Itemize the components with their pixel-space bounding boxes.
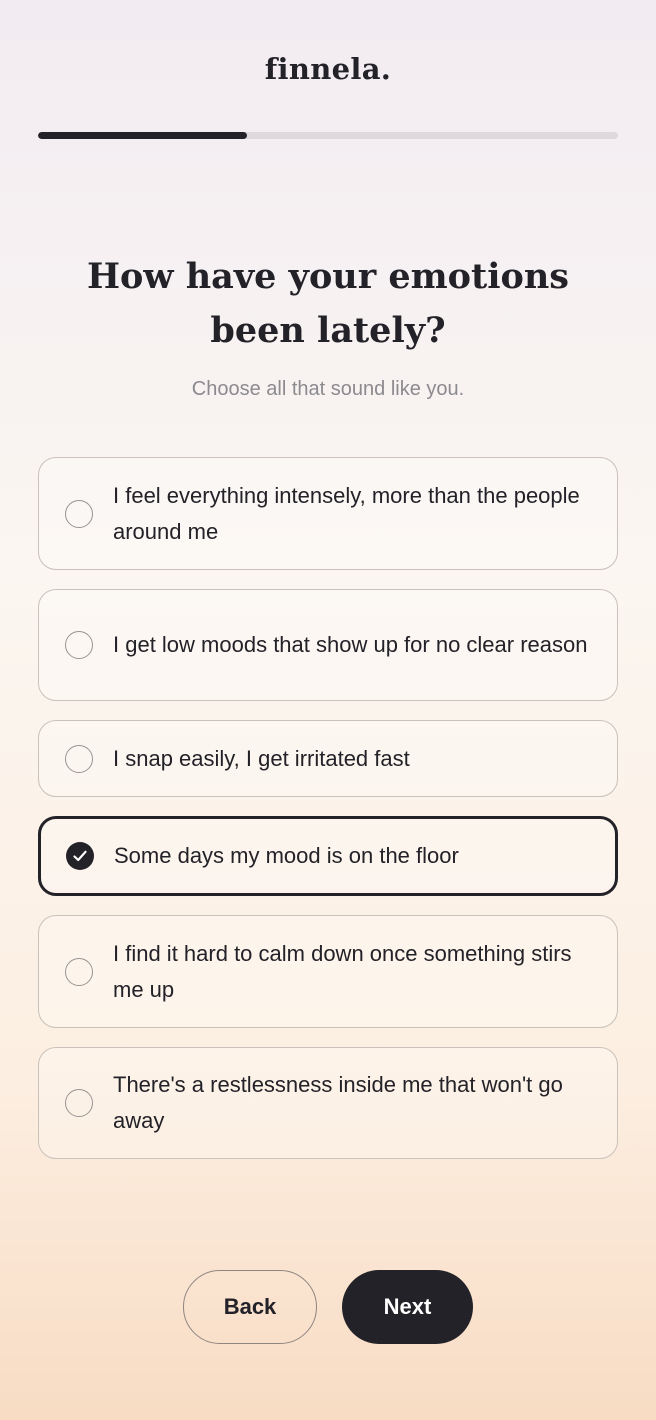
option-snap-easily[interactable]: I snap easily, I get irritated fast [38, 720, 618, 797]
question-title: How have your emotions been lately? [86, 256, 569, 351]
check-icon [66, 842, 94, 870]
option-label: Some days my mood is on the floor [114, 843, 459, 868]
option-label: I snap easily, I get irritated fast [113, 745, 410, 771]
app-logo: finnela. [264, 52, 392, 86]
progress-bar-fill [38, 132, 247, 139]
option-restlessness[interactable]: There's a restlessness inside me that wo… [38, 1047, 618, 1159]
option-label: I feel everything intensely, more than t… [113, 482, 580, 544]
option-hard-to-calm[interactable]: I find it hard to calm down once somethi… [38, 915, 618, 1028]
next-button[interactable]: Next [342, 1270, 473, 1344]
back-button[interactable]: Back [183, 1270, 317, 1344]
radio-unchecked-icon [65, 1089, 93, 1117]
option-mood-on-floor[interactable]: Some days my mood is on the floor [38, 816, 618, 896]
option-low-moods[interactable]: I get low moods that show up for no clea… [38, 589, 618, 701]
question-subtitle: Choose all that sound like you. [191, 378, 465, 400]
radio-unchecked-icon [65, 499, 93, 528]
progress-bar [38, 132, 618, 139]
option-label: I find it hard to calm down once somethi… [113, 940, 572, 1002]
radio-unchecked-icon [65, 957, 93, 986]
option-feel-intensely[interactable]: I feel everything intensely, more than t… [38, 457, 618, 570]
option-label: I get low moods that show up for no clea… [113, 632, 588, 657]
radio-unchecked-icon [65, 631, 93, 659]
radio-unchecked-icon [65, 744, 93, 773]
option-label: There's a restlessness inside me that wo… [113, 1072, 563, 1133]
